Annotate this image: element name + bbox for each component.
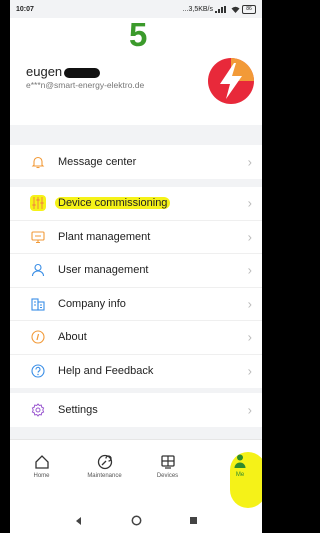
chevron-right-icon: ›	[247, 363, 252, 379]
maintenance-icon	[97, 454, 112, 470]
sliders-icon	[30, 195, 46, 212]
chevron-right-icon: ›	[247, 229, 252, 245]
home-circle-icon[interactable]	[131, 515, 142, 526]
person-icon	[234, 454, 246, 468]
menu-item-settings[interactable]: Settings ›	[10, 393, 262, 427]
home-icon	[34, 455, 49, 469]
menu-item-message-center[interactable]: Message center ›	[10, 145, 262, 179]
net-speed: ...3,5KB/s	[182, 5, 213, 13]
building-icon	[30, 296, 46, 312]
chevron-right-icon: ›	[247, 195, 252, 211]
system-nav-bar	[10, 508, 262, 533]
chevron-right-icon: ›	[247, 262, 252, 278]
status-icons: ...3,5KB/s 86	[182, 4, 256, 14]
username: eugen	[26, 64, 101, 79]
signal-icon	[215, 5, 226, 13]
menu-group-settings: Settings ›	[10, 393, 262, 427]
menu-item-plant-management[interactable]: Plant management ›	[10, 221, 262, 254]
chevron-right-icon: ›	[247, 402, 252, 418]
menu-group-main: Device commissioning › Plant management …	[10, 187, 262, 388]
tab-maintenance[interactable]: Maintenance	[73, 440, 136, 509]
menu-item-help-feedback[interactable]: Help and Feedback ›	[10, 355, 262, 389]
chevron-right-icon: ›	[247, 296, 252, 312]
menu-group-messages: Message center ›	[10, 145, 262, 179]
menu-item-company-info[interactable]: Company info ›	[10, 288, 262, 321]
user-email: e***n@smart-energy-elektro.de	[26, 80, 145, 90]
devices-icon	[160, 455, 175, 469]
annotation-step-number: 5	[129, 16, 148, 53]
tab-home[interactable]: Home	[10, 440, 73, 509]
monitor-icon	[30, 229, 46, 245]
battery-icon: 86	[242, 4, 256, 14]
menu-item-user-management[interactable]: User management ›	[10, 254, 262, 288]
app-screen: 10:07 ...3,5KB/s 86 5 eugen e***n@smart-…	[10, 0, 262, 533]
menu-item-device-commissioning[interactable]: Device commissioning ›	[10, 187, 262, 221]
user-icon	[30, 262, 46, 278]
redaction-blot	[64, 67, 101, 78]
company-logo	[208, 58, 254, 104]
menu-item-about[interactable]: About ›	[10, 321, 262, 355]
tab-me[interactable]: Me	[199, 439, 262, 508]
wifi-icon	[231, 6, 240, 13]
help-icon	[30, 363, 46, 379]
info-icon	[30, 329, 46, 345]
status-time: 10:07	[16, 5, 34, 13]
recents-icon[interactable]	[189, 516, 198, 525]
back-icon[interactable]	[74, 516, 84, 526]
gear-icon	[30, 402, 46, 418]
tab-devices[interactable]: Devices	[136, 440, 199, 509]
bell-icon	[30, 154, 46, 170]
chevron-right-icon: ›	[247, 329, 252, 345]
chevron-right-icon: ›	[247, 154, 252, 170]
